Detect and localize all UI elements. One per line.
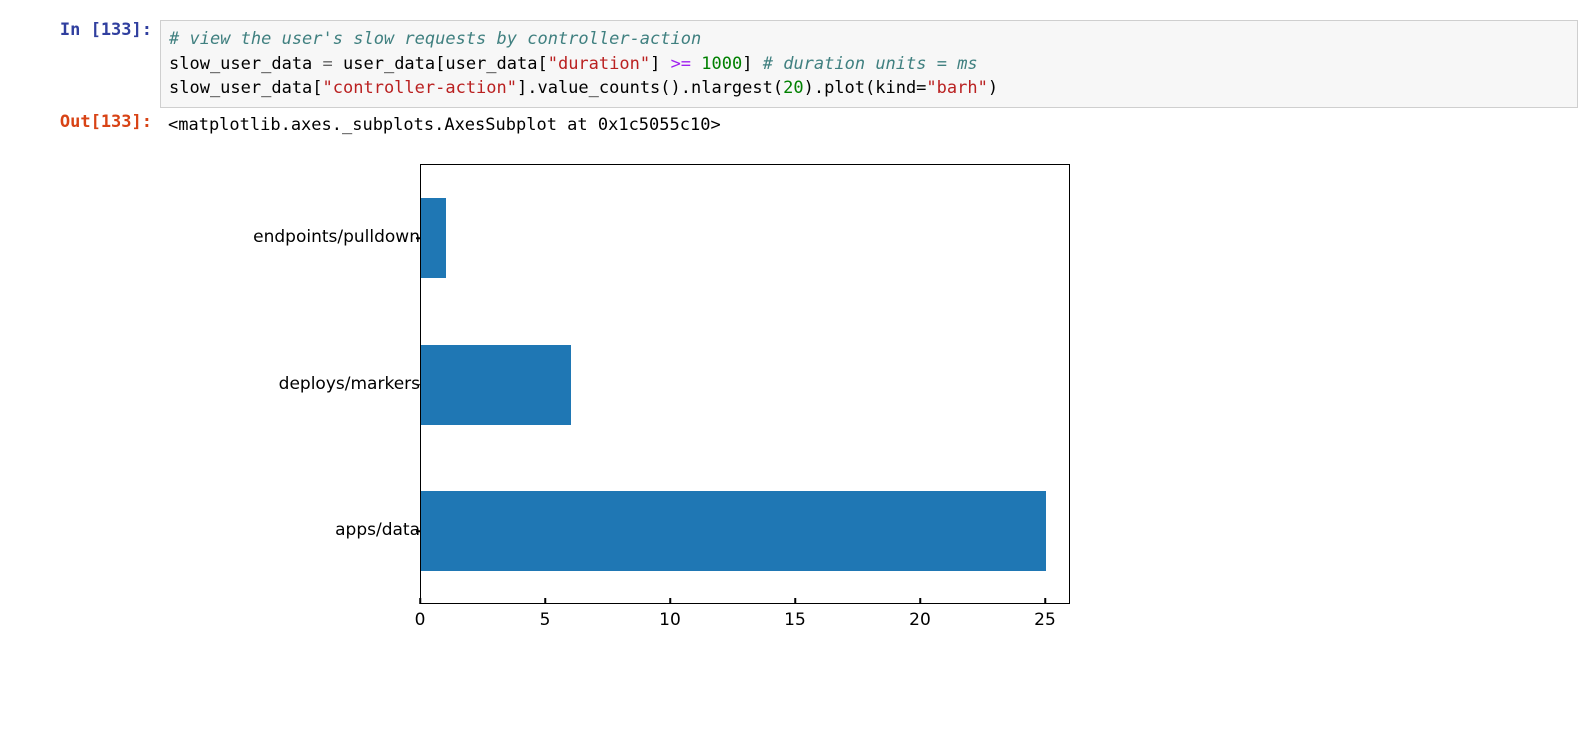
ytick-label: apps/data [180,520,420,540]
output-text: <matplotlib.axes._subplots.AxesSubplot a… [160,112,1578,140]
ytick-label: deploys/markers [180,374,420,394]
xtick-mark [419,598,421,604]
chart-axes [420,164,1070,604]
bar [421,345,571,425]
input-cell: In [133]: # view the user's slow request… [10,20,1578,108]
xtick-mark [919,598,921,604]
xtick-label: 25 [1034,610,1056,630]
ytick-label: endpoints/pulldown [180,227,420,247]
xtick-mark [794,598,796,604]
xtick-mark [1044,598,1046,604]
barh-chart: apps/data deploys/markers endpoints/pulldo… [170,158,1080,648]
input-prompt: In [133]: [10,20,160,40]
xtick-label: 10 [659,610,681,630]
code-comment: # view the user's slow requests by contr… [169,29,701,49]
plot-row: apps/data deploys/markers endpoints/pulldo… [10,144,1578,648]
xtick-label: 20 [909,610,931,630]
bar [421,198,446,278]
xtick-label: 5 [540,610,551,630]
output-prompt: Out[133]: [10,112,160,132]
output-cell: Out[133]: <matplotlib.axes._subplots.Axe… [10,112,1578,140]
bar [421,491,1046,571]
xtick-label: 0 [415,610,426,630]
xtick-mark [669,598,671,604]
xtick-mark [544,598,546,604]
code-input[interactable]: # view the user's slow requests by contr… [160,20,1578,108]
plot-container: apps/data deploys/markers endpoints/pulldo… [160,144,1578,648]
xtick-label: 15 [784,610,806,630]
